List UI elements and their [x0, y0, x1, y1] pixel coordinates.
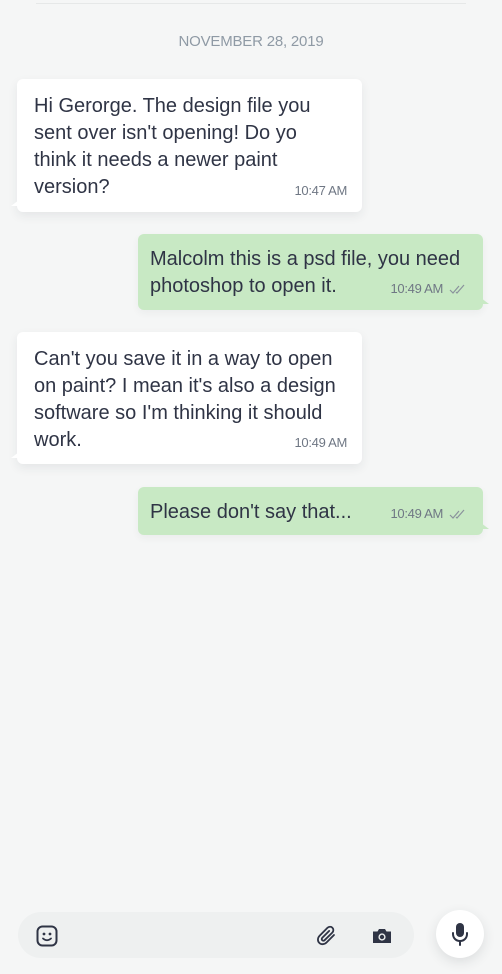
incoming-message-bubble[interactable]: Hi Gerorge. The design file you sent ove…	[11, 79, 362, 212]
double-check-icon	[449, 284, 465, 294]
message-input-bar[interactable]	[18, 912, 414, 958]
message-meta: 10:47 AM	[294, 177, 347, 204]
camera-icon[interactable]	[369, 923, 395, 949]
emoji-icon[interactable]	[34, 923, 60, 949]
message-time: 10:49 AM	[390, 506, 443, 521]
paperclip-icon[interactable]	[314, 923, 340, 949]
message-time: 10:47 AM	[294, 183, 347, 198]
double-check-icon	[449, 509, 465, 519]
microphone-button[interactable]	[436, 910, 484, 958]
message-time: 10:49 AM	[294, 435, 347, 450]
outgoing-message-bubble[interactable]: Please don't say that... 10:49 AM	[138, 487, 489, 535]
outgoing-message-bubble[interactable]: Malcolm this is a psd file, you need pho…	[138, 234, 489, 310]
message-meta: 10:49 AM	[390, 500, 467, 527]
microphone-icon	[449, 921, 471, 947]
top-divider	[36, 3, 466, 4]
date-separator: NOVEMBER 28, 2019	[178, 33, 324, 50]
message-meta: 10:49 AM	[390, 275, 467, 302]
message-meta: 10:49 AM	[294, 429, 347, 456]
message-time: 10:49 AM	[390, 281, 443, 296]
incoming-message-bubble[interactable]: Can't you save it in a way to open on pa…	[11, 332, 362, 464]
